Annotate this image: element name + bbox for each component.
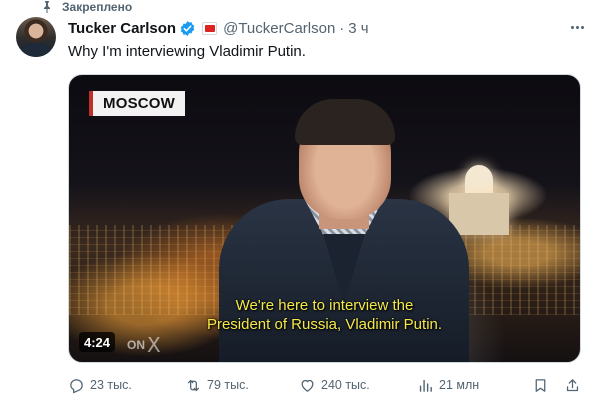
pinned-indicator: Закреплено [40, 0, 132, 14]
location-tag: MOSCOW [89, 91, 186, 116]
tweet-header: Tucker Carlson @TuckerCarlson · 3 ч [68, 19, 369, 37]
bookmark-button[interactable] [532, 374, 549, 396]
tweet-text: Why I'm interviewing Vladimir Putin. [68, 43, 306, 60]
views-button[interactable]: 21 млн [417, 374, 479, 396]
share-icon [566, 378, 579, 391]
watermark-text: ON [127, 338, 145, 352]
affiliate-badge-icon[interactable] [202, 21, 218, 35]
retweet-icon [187, 379, 200, 391]
pin-icon [40, 0, 54, 14]
share-button[interactable] [564, 374, 581, 396]
more-options-icon[interactable] [566, 16, 588, 38]
reply-button[interactable]: 23 тыс. [68, 374, 132, 396]
video-duration: 4:24 [79, 332, 116, 352]
retweet-count: 79 тыс. [207, 378, 249, 392]
subtitle-line-2: President of Russia, Vladimir Putin. [206, 316, 443, 333]
like-count: 240 тыс. [321, 378, 370, 392]
analytics-icon [419, 379, 432, 392]
video-subtitle: We're here to interview the President of… [69, 296, 580, 334]
pinned-label: Закреплено [62, 0, 133, 14]
verified-badge-icon [179, 20, 196, 37]
author-handle[interactable]: @TuckerCarlson [223, 20, 335, 37]
author-name[interactable]: Tucker Carlson [68, 20, 176, 37]
bookmark-icon [535, 378, 546, 392]
reply-count: 23 тыс. [90, 378, 132, 392]
reply-icon [70, 378, 83, 393]
heart-icon [301, 379, 314, 392]
avatar[interactable] [16, 17, 56, 57]
channel-watermark: ON X [127, 333, 161, 357]
location-label: MOSCOW [103, 95, 176, 112]
x-logo-icon: X [147, 333, 161, 357]
video-player[interactable]: MOSCOW We're here to interview the Presi… [68, 74, 581, 363]
view-count: 21 млн [439, 378, 480, 392]
subtitle-line-1: We're here to interview the [235, 297, 414, 314]
like-button[interactable]: 240 тыс. [299, 374, 370, 396]
tweet-actions: 23 тыс. 79 тыс. 240 тыс. 21 млн [68, 374, 581, 396]
separator-dot: · [339, 19, 345, 37]
tweet-time[interactable]: 3 ч [348, 20, 368, 37]
retweet-button[interactable]: 79 тыс. [185, 374, 249, 396]
